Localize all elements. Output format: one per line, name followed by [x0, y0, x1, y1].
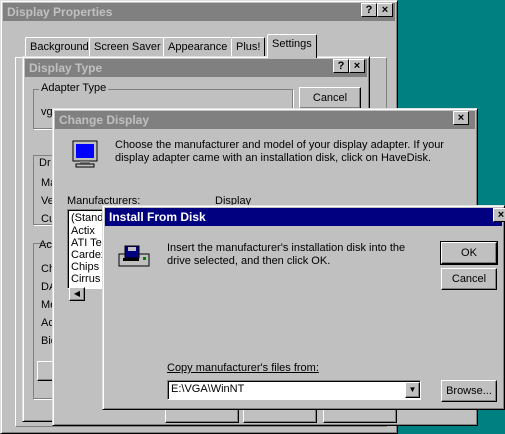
copy-files-label: Copy manufacturer's files from: — [167, 362, 319, 374]
dropdown-button[interactable]: ▼ — [405, 382, 420, 398]
close-icon[interactable]: × — [493, 208, 505, 222]
tab-background[interactable]: Background — [25, 37, 94, 57]
scroll-left-button[interactable]: ◀ — [69, 287, 85, 301]
display-properties-title: Display Properties — [7, 5, 113, 19]
tab-appearance[interactable]: Appearance — [163, 37, 233, 57]
floppy-drive-icon — [117, 244, 151, 270]
chevron-down-icon: ▼ — [408, 385, 417, 394]
install-from-disk-titlebar: Install From Disk — [105, 208, 502, 226]
install-from-disk-window: Install From Disk × Insert the manufactu… — [102, 205, 505, 410]
change-display-title: Change Display — [59, 113, 150, 127]
ok-button[interactable]: OK — [440, 241, 498, 265]
change-display-message: Choose the manufacturer and model of you… — [115, 139, 444, 164]
browse-button[interactable]: Browse... — [441, 380, 497, 402]
frag-dr: Dr — [39, 157, 51, 169]
install-message: Insert the manufacturer's installation d… — [167, 242, 406, 267]
tab-settings[interactable]: Settings — [267, 34, 317, 58]
adapter-value: vg — [41, 106, 53, 118]
cancel-button[interactable]: Cancel — [299, 87, 361, 109]
cancel-button[interactable]: Cancel — [441, 268, 497, 290]
monitor-icon — [71, 139, 99, 169]
display-type-title: Display Type — [29, 61, 103, 75]
list-item[interactable]: (Stand — [71, 212, 103, 224]
change-display-titlebar: Change Display — [55, 111, 475, 129]
path-input[interactable]: E:\VGA\WinNT — [171, 383, 244, 395]
frag-ac: Ac — [39, 239, 52, 251]
install-from-disk-title: Install From Disk — [109, 210, 206, 224]
display-type-titlebar: Display Type — [25, 59, 367, 77]
help-button[interactable]: ? — [333, 59, 349, 73]
close-icon[interactable]: × — [349, 59, 365, 73]
help-button[interactable]: ? — [361, 3, 377, 17]
close-icon[interactable]: × — [377, 3, 393, 17]
adapter-type-label: Adapter Type — [39, 82, 109, 94]
close-icon[interactable]: × — [453, 111, 469, 125]
list-item[interactable]: ATI Te — [71, 237, 102, 249]
list-item[interactable]: Actix — [71, 225, 95, 237]
tab-screen-saver[interactable]: Screen Saver — [89, 37, 166, 57]
path-combobox[interactable]: E:\VGA\WinNT — [167, 380, 421, 400]
tab-plus[interactable]: Plus! — [231, 37, 266, 57]
display-properties-titlebar: Display Properties — [3, 3, 395, 21]
